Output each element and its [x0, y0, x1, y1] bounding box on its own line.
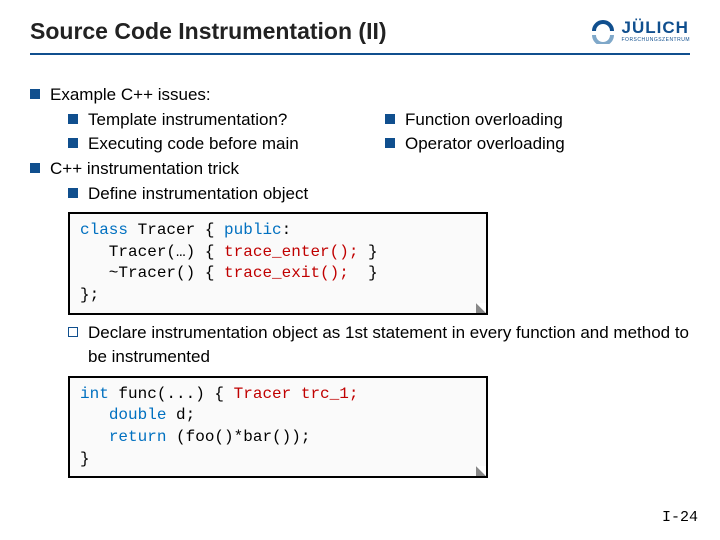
page-number: I-24: [662, 509, 698, 526]
sub-bullet-func-overload: Function overloading: [385, 108, 690, 133]
code-fn: trace_enter();: [224, 243, 358, 261]
code-text: :: [282, 221, 292, 239]
bullet-text: Define instrumentation object: [88, 182, 308, 207]
bullet-example-issues: Example C++ issues: Template instrumenta…: [30, 83, 690, 157]
bullet-marker-hollow-icon: [385, 114, 395, 124]
code-text: [80, 406, 109, 424]
bullet-text: Operator overloading: [405, 132, 565, 157]
bullet-marker-filled-icon: [30, 89, 40, 99]
bullet-text-part: Declare: [88, 323, 147, 342]
bullet-text: Function overloading: [405, 108, 563, 133]
header: Source Code Instrumentation (II) JÜLICH …: [30, 18, 690, 55]
logo-subtext: FORSCHUNGSZENTRUM: [622, 37, 691, 43]
code-fn: Tracer trc_1;: [234, 385, 359, 403]
bullet-marker-hollow-icon: [385, 138, 395, 148]
code-text: }: [358, 243, 377, 261]
code-text: (foo()*bar());: [166, 428, 310, 446]
code-text: ~Tracer() {: [80, 264, 224, 282]
code-kw: return: [109, 428, 167, 446]
slide: Source Code Instrumentation (II) JÜLICH …: [0, 0, 720, 478]
bullet-marker-hollow-icon: [68, 188, 78, 198]
bullet-marker-hollow-icon: [68, 138, 78, 148]
code-text: [80, 428, 109, 446]
code-text: }: [80, 450, 90, 468]
julich-logo-icon: [590, 18, 616, 44]
sub-bullet-op-overload: Operator overloading: [385, 132, 690, 157]
code-fn: trace_exit();: [224, 264, 349, 282]
bullet-marker-hollow-icon: [68, 114, 78, 124]
bullet-marker-hollow-icon: [68, 327, 78, 337]
sub-bullet-executing: Executing code before main: [68, 132, 355, 157]
sub-bullet-declare: Declare instrumentation object as 1st st…: [68, 321, 690, 370]
logo: JÜLICH FORSCHUNGSZENTRUM: [590, 18, 691, 44]
code-block-func: int func(...) { Tracer trc_1; double d; …: [68, 376, 488, 478]
bullet-text: Declare instrumentation object as 1st st…: [88, 321, 690, 370]
bullet-text: Executing code before main: [88, 132, 299, 157]
code-text: Tracer {: [128, 221, 224, 239]
code-text: };: [80, 286, 99, 304]
bullet-text: Example C++ issues:: [50, 83, 690, 108]
code-text: }: [349, 264, 378, 282]
bullet-text: Template instrumentation?: [88, 108, 287, 133]
code-block-tracer-class: class Tracer { public: Tracer(…) { trace…: [68, 212, 488, 314]
code-kw: double: [109, 406, 167, 424]
bullet-marker-filled-icon: [30, 163, 40, 173]
bullet-text-part: instrumentation object as 1st statement …: [88, 323, 689, 367]
code-text: func(...) {: [109, 385, 234, 403]
logo-text-wrap: JÜLICH FORSCHUNGSZENTRUM: [622, 19, 691, 43]
code-text: Tracer(…) {: [80, 243, 224, 261]
code-kw: class: [80, 221, 128, 239]
code-kw: public: [224, 221, 282, 239]
logo-text: JÜLICH: [622, 19, 691, 36]
page-title: Source Code Instrumentation (II): [30, 18, 387, 45]
sub-bullet-define-obj: Define instrumentation object: [68, 182, 690, 207]
page-fold-icon: [476, 303, 486, 313]
bullet-trick: C++ instrumentation trick Define instrum…: [30, 157, 690, 206]
code-kw: int: [80, 385, 109, 403]
page-fold-icon: [476, 466, 486, 476]
sub-bullet-template: Template instrumentation?: [68, 108, 355, 133]
code-text: d;: [166, 406, 195, 424]
bullet-text: C++ instrumentation trick: [50, 157, 690, 182]
content: Example C++ issues: Template instrumenta…: [30, 83, 690, 478]
